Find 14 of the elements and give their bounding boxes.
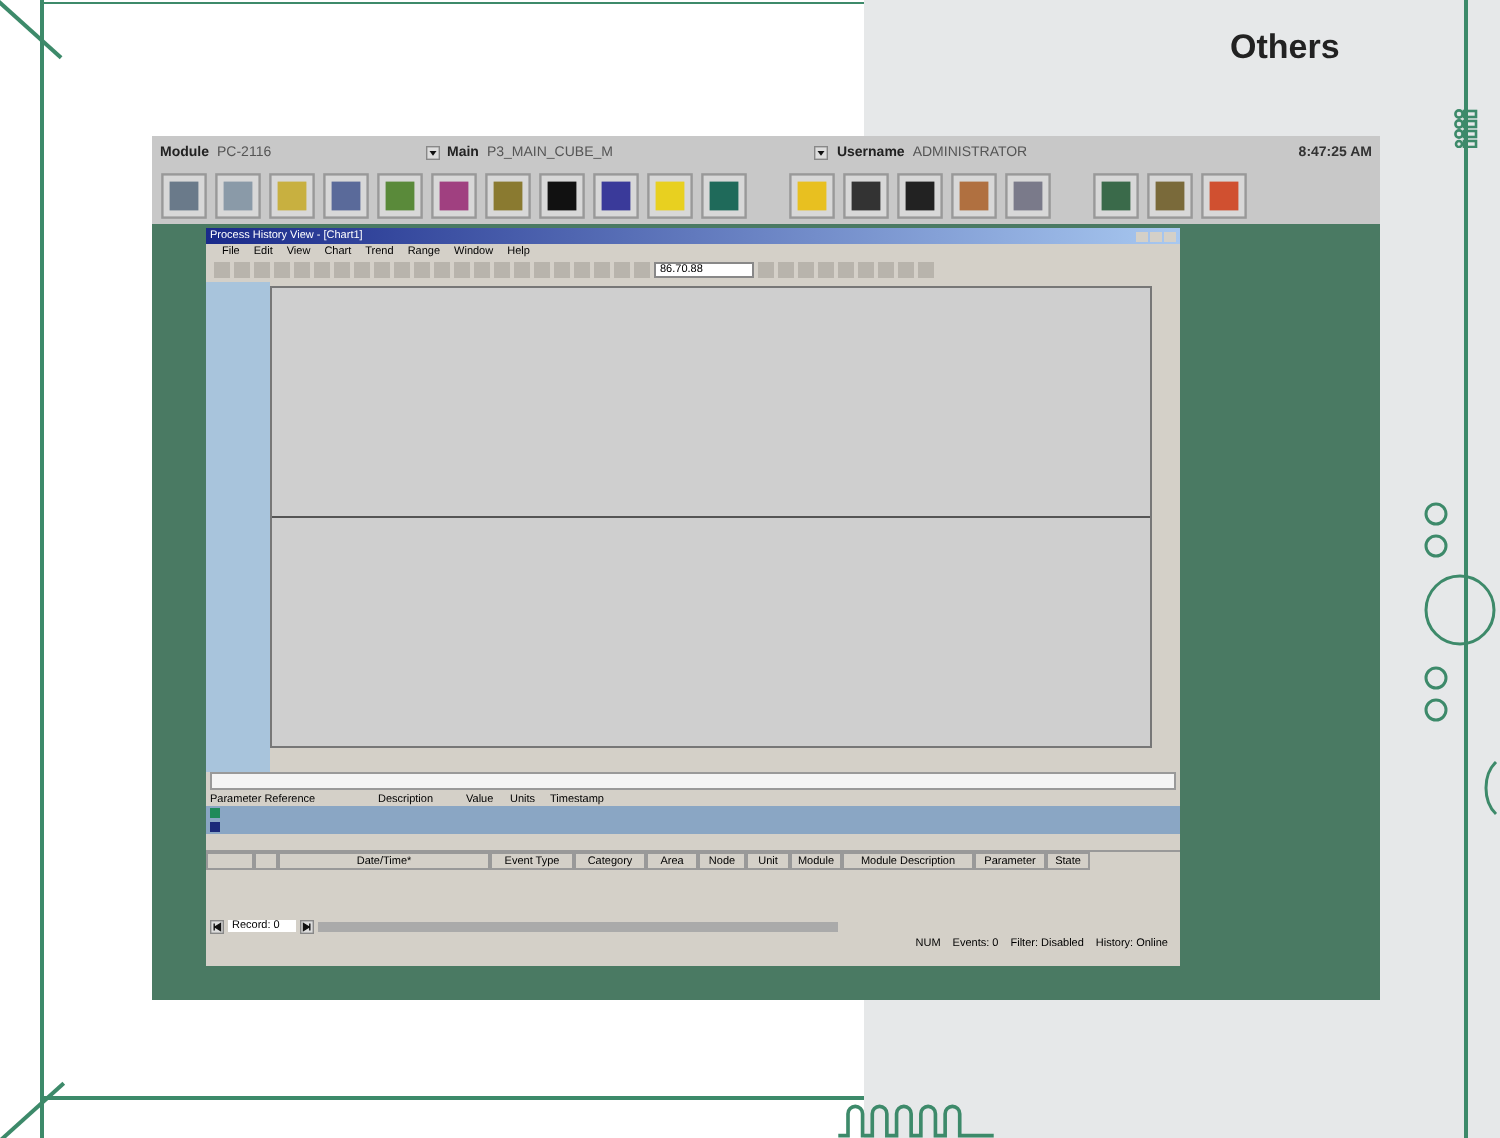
- dropdown-icon[interactable]: [814, 145, 829, 159]
- table-row[interactable]: [206, 820, 1180, 834]
- maximize-button[interactable]: [1150, 231, 1162, 241]
- first-record-icon[interactable]: [210, 919, 224, 933]
- column-header[interactable]: [254, 852, 278, 870]
- last-record-icon[interactable]: [300, 919, 314, 933]
- minimize-button[interactable]: [1136, 231, 1148, 241]
- section-heading: Others: [1230, 28, 1340, 68]
- table-row[interactable]: [206, 806, 1180, 820]
- column-header[interactable]: [206, 852, 254, 870]
- dropdown-icon[interactable]: [425, 145, 439, 159]
- scroll-bar[interactable]: [318, 921, 838, 931]
- scroll-bar[interactable]: [210, 772, 1176, 790]
- close-button[interactable]: [1164, 231, 1176, 241]
